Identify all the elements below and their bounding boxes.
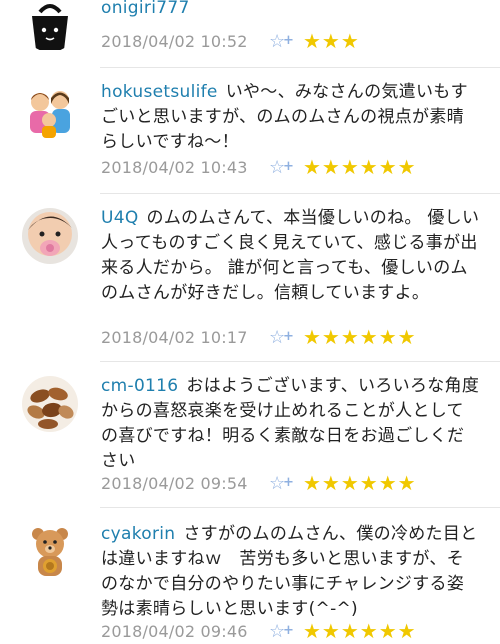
onigiri-avatar-icon[interactable] (22, 0, 78, 52)
add-star-icon[interactable]: ☆ + (269, 621, 297, 642)
comment-body: cm-0116 おはようございます、いろいろな角度からの喜怒哀楽を受け止めれること… (101, 374, 481, 474)
comment-meta: 2018/04/02 10:43 ☆ + ★★★★★★ (101, 154, 417, 180)
comment-item: cm-0116 おはようございます、いろいろな角度からの喜怒哀楽を受け止めれること… (0, 362, 500, 508)
comment-item: U4Q のムのムさんて、本当優しいのね。 優しい人ってものすごく良く見えていて、感… (0, 194, 500, 362)
username-link[interactable]: onigiri777 (101, 0, 190, 18)
timestamp: 2018/04/02 09:54 (101, 473, 248, 493)
star-rating[interactable]: ★★★★★★ (303, 155, 417, 179)
username-link[interactable]: cyakorin (101, 524, 175, 544)
timestamp: 2018/04/02 10:17 (101, 327, 248, 347)
username-link[interactable]: hokusetsulife (101, 82, 218, 102)
add-star-icon[interactable]: ☆ + (269, 473, 297, 494)
comment-meta: 2018/04/02 09:54 ☆ + ★★★★★★ (101, 470, 417, 496)
comment-meta: 2018/04/02 09:46 ☆ + ★★★★★★ (101, 618, 417, 644)
comment-meta: 2018/04/02 10:52 ☆ + ★★★ (101, 28, 360, 54)
comment-body: hokusetsulife いや〜、みなさんの気遣いもすごいと思いますが、のムのム… (101, 80, 481, 155)
comment-meta: 2018/04/02 10:17 ☆ + ★★★★★★ (101, 324, 417, 350)
star-rating[interactable]: ★★★★★★ (303, 471, 417, 495)
comment-item: cyakorin さすがのムのムさん、僕の冷めた目とは違いますねｗ 苦労も多いと思… (0, 508, 500, 643)
comment-feed: onigiri777 2018/04/02 10:52 ☆ + ★★★ hoku… (0, 0, 500, 643)
comment-item: hokusetsulife いや〜、みなさんの気遣いもすごいと思いますが、のムのム… (0, 68, 500, 194)
add-star-icon[interactable]: ☆ + (269, 157, 297, 178)
star-rating[interactable]: ★★★★★★ (303, 619, 417, 643)
comment-body: U4Q のムのムさんて、本当優しいのね。 優しい人ってものすごく良く見えていて、感… (101, 206, 481, 306)
username-link[interactable]: U4Q (101, 208, 139, 228)
timestamp: 2018/04/02 10:43 (101, 157, 248, 177)
baby-avatar-icon[interactable] (22, 208, 78, 264)
timestamp: 2018/04/02 09:46 (101, 621, 248, 641)
comment-text: のムのムさんて、本当優しいのね。 優しい人ってものすごく良く見えていて、感じる事… (101, 208, 480, 303)
add-star-icon[interactable]: ☆ + (269, 31, 297, 52)
family-avatar-icon[interactable] (22, 84, 78, 140)
nuts-avatar-icon[interactable] (22, 376, 78, 432)
comment-item: onigiri777 2018/04/02 10:52 ☆ + ★★★ (0, 0, 500, 68)
bear-avatar-icon[interactable] (22, 522, 78, 578)
comment-body: onigiri777 (101, 0, 481, 21)
add-star-icon[interactable]: ☆ + (269, 327, 297, 348)
star-rating[interactable]: ★★★ (303, 29, 360, 53)
username-link[interactable]: cm-0116 (101, 376, 178, 396)
timestamp: 2018/04/02 10:52 (101, 31, 248, 51)
star-rating[interactable]: ★★★★★★ (303, 325, 417, 349)
comment-body: cyakorin さすがのムのムさん、僕の冷めた目とは違いますねｗ 苦労も多いと思… (101, 522, 481, 622)
